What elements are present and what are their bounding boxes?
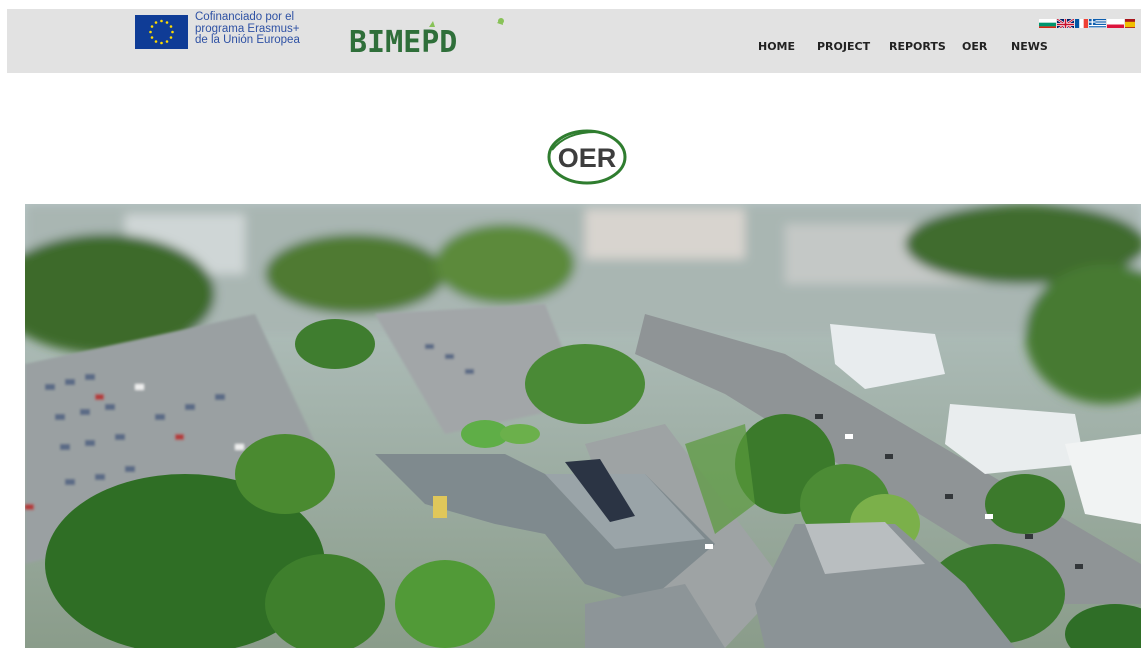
hero-aerial-image [25, 204, 1141, 648]
eu-funding-line3: de la Unión Europea [195, 34, 300, 46]
oer-badge: OER [546, 128, 628, 186]
site-header: Cofinanciado por el programa Erasmus+ de… [7, 9, 1141, 73]
eu-funding-text: Cofinanciado por el programa Erasmus+ de… [195, 11, 300, 47]
language-switcher [1039, 17, 1141, 29]
poland-flag-icon[interactable] [1107, 17, 1124, 28]
nav-project[interactable]: PROJECT [817, 40, 870, 53]
bulgarian-flag-icon[interactable] [1039, 17, 1056, 28]
france-flag-icon[interactable] [1075, 17, 1088, 28]
nav-home[interactable]: HOME [758, 40, 795, 53]
greece-flag-icon[interactable] [1089, 17, 1106, 28]
eu-funding-line1: Cofinanciado por el [195, 11, 295, 23]
uk-flag-icon[interactable] [1057, 17, 1074, 28]
logo-text: BIMEPD [349, 25, 457, 59]
eu-flag-icon [135, 15, 188, 49]
nav-oer[interactable]: OER [962, 40, 987, 53]
oer-badge-text: OER [558, 143, 617, 173]
nav-news[interactable]: NEWS [1011, 40, 1048, 53]
spain-flag-icon[interactable] [1125, 17, 1135, 28]
bimepd-logo[interactable]: BIMEPD [347, 15, 517, 60]
nav-reports[interactable]: REPORTS [889, 40, 946, 53]
